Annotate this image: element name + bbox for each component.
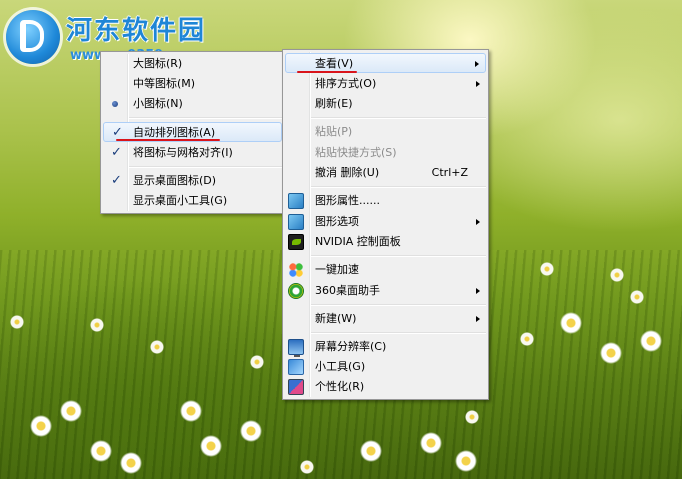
wallpaper-flower bbox=[560, 312, 582, 334]
wallpaper-flower bbox=[540, 262, 554, 276]
wallpaper-flower bbox=[300, 460, 314, 474]
radio-dot-icon bbox=[112, 101, 118, 107]
menu-item-undo-delete[interactable]: 撤消 删除(U) Ctrl+Z bbox=[285, 163, 486, 183]
personalize-icon bbox=[288, 379, 304, 395]
360-desktop-icon bbox=[288, 283, 304, 299]
menu-separator bbox=[311, 332, 486, 334]
menu-separator bbox=[129, 117, 282, 119]
menu-item-label: 撤消 删除(U) bbox=[315, 166, 380, 179]
wallpaper-flower bbox=[120, 452, 142, 474]
menu-item-label: 粘贴(P) bbox=[315, 125, 353, 138]
menu-item-refresh[interactable]: 刷新(E) bbox=[285, 94, 486, 114]
checkmark-icon: ✓ bbox=[111, 173, 122, 188]
menu-item-new[interactable]: 新建(W) bbox=[285, 309, 486, 329]
menu-item-label: NVIDIA 控制面板 bbox=[315, 235, 401, 248]
menu-item-view[interactable]: 查看(V) bbox=[285, 53, 486, 73]
menu-item-label: 屏幕分辨率(C) bbox=[315, 340, 387, 353]
wallpaper-flower bbox=[465, 410, 479, 424]
desktop-context-menu: 查看(V) 排序方式(O) 刷新(E) 粘贴(P) 粘贴快捷方式(S) 撤消 删… bbox=[282, 49, 489, 400]
menu-item-align-to-grid[interactable]: ✓ 将图标与网格对齐(I) bbox=[103, 143, 282, 163]
nvidia-icon bbox=[288, 234, 304, 250]
menu-separator bbox=[311, 304, 486, 306]
wallpaper-flower bbox=[455, 450, 477, 472]
menu-item-label: 排序方式(O) bbox=[315, 77, 377, 90]
wallpaper-flower bbox=[630, 290, 644, 304]
menu-item-label: 一键加速 bbox=[315, 263, 359, 276]
menu-item-label: 小工具(G) bbox=[315, 360, 366, 373]
display-resolution-icon bbox=[288, 339, 304, 357]
submenu-arrow-icon bbox=[476, 316, 480, 322]
menu-separator bbox=[311, 255, 486, 257]
menu-item-small-icons[interactable]: 小图标(N) bbox=[103, 94, 282, 114]
menu-item-show-desktop-icons[interactable]: ✓ 显示桌面图标(D) bbox=[103, 171, 282, 191]
annotation-underline-view bbox=[297, 71, 357, 73]
wallpaper-flower bbox=[90, 318, 104, 332]
menu-item-label: 刷新(E) bbox=[315, 97, 353, 110]
menu-separator bbox=[311, 117, 486, 119]
menu-item-paste[interactable]: 粘贴(P) bbox=[285, 122, 486, 142]
submenu-arrow-icon bbox=[475, 61, 479, 67]
wallpaper-flower bbox=[360, 440, 382, 462]
wallpaper-flower bbox=[240, 420, 262, 442]
menu-item-gadgets[interactable]: 小工具(G) bbox=[285, 357, 486, 377]
menu-item-label: 中等图标(M) bbox=[133, 77, 196, 90]
wallpaper-flower bbox=[180, 400, 202, 422]
menu-item-nvidia-control-panel[interactable]: NVIDIA 控制面板 bbox=[285, 232, 486, 252]
wallpaper-flower bbox=[600, 342, 622, 364]
view-submenu: 大图标(R) 中等图标(M) 小图标(N) ✓ 自动排列图标(A) ✓ 将图标与… bbox=[100, 51, 285, 214]
menu-item-show-desktop-gadgets[interactable]: 显示桌面小工具(G) bbox=[103, 191, 282, 211]
menu-item-medium-icons[interactable]: 中等图标(M) bbox=[103, 74, 282, 94]
menu-item-360-desktop-assistant[interactable]: 360桌面助手 bbox=[285, 281, 486, 301]
wallpaper-flower bbox=[610, 268, 624, 282]
submenu-arrow-icon bbox=[476, 219, 480, 225]
menu-item-paste-shortcut[interactable]: 粘贴快捷方式(S) bbox=[285, 143, 486, 163]
menu-item-label: 粘贴快捷方式(S) bbox=[315, 146, 397, 159]
checkmark-icon: ✓ bbox=[111, 145, 122, 160]
menu-item-label: 新建(W) bbox=[315, 312, 357, 325]
menu-separator bbox=[129, 166, 282, 168]
menu-item-label: 360桌面助手 bbox=[315, 284, 380, 297]
menu-item-graphics-options[interactable]: 图形选项 bbox=[285, 212, 486, 232]
menu-item-label: 显示桌面图标(D) bbox=[133, 174, 217, 187]
wallpaper-flower bbox=[420, 432, 442, 454]
wallpaper-flower bbox=[90, 440, 112, 462]
wallpaper-flower bbox=[200, 435, 222, 457]
submenu-arrow-icon bbox=[476, 81, 480, 87]
menu-item-graphics-properties[interactable]: 图形属性...... bbox=[285, 191, 486, 211]
menu-item-label: 将图标与网格对齐(I) bbox=[133, 146, 233, 159]
menu-separator bbox=[311, 186, 486, 188]
menu-item-screen-resolution[interactable]: 屏幕分辨率(C) bbox=[285, 337, 486, 357]
menu-item-sort-by[interactable]: 排序方式(O) bbox=[285, 74, 486, 94]
menu-item-label: 小图标(N) bbox=[133, 97, 183, 110]
menu-item-label: 个性化(R) bbox=[315, 380, 365, 393]
menu-item-label: 图形选项 bbox=[315, 215, 359, 228]
watermark-logo-icon bbox=[6, 10, 60, 64]
speedup-icon bbox=[288, 262, 304, 278]
wallpaper-flower bbox=[60, 400, 82, 422]
gadgets-icon bbox=[288, 359, 304, 375]
intel-graphics-icon bbox=[288, 214, 304, 230]
watermark-title: 河东软件园 bbox=[66, 16, 207, 46]
wallpaper-flower bbox=[520, 332, 534, 346]
menu-item-label: 图形属性...... bbox=[315, 194, 380, 207]
annotation-underline-auto-arrange bbox=[116, 139, 220, 141]
menu-item-label: 大图标(R) bbox=[133, 57, 183, 70]
menu-item-personalize[interactable]: 个性化(R) bbox=[285, 377, 486, 397]
menu-item-label: 显示桌面小工具(G) bbox=[133, 194, 228, 207]
wallpaper-flower bbox=[250, 355, 264, 369]
intel-graphics-icon bbox=[288, 193, 304, 209]
menu-item-one-click-speedup[interactable]: 一键加速 bbox=[285, 260, 486, 280]
wallpaper-flower bbox=[10, 315, 24, 329]
menu-item-shortcut: Ctrl+Z bbox=[431, 166, 468, 179]
wallpaper-flower bbox=[150, 340, 164, 354]
wallpaper-flower bbox=[640, 330, 662, 352]
wallpaper-flower bbox=[30, 415, 52, 437]
menu-item-large-icons[interactable]: 大图标(R) bbox=[103, 54, 282, 74]
submenu-arrow-icon bbox=[476, 288, 480, 294]
